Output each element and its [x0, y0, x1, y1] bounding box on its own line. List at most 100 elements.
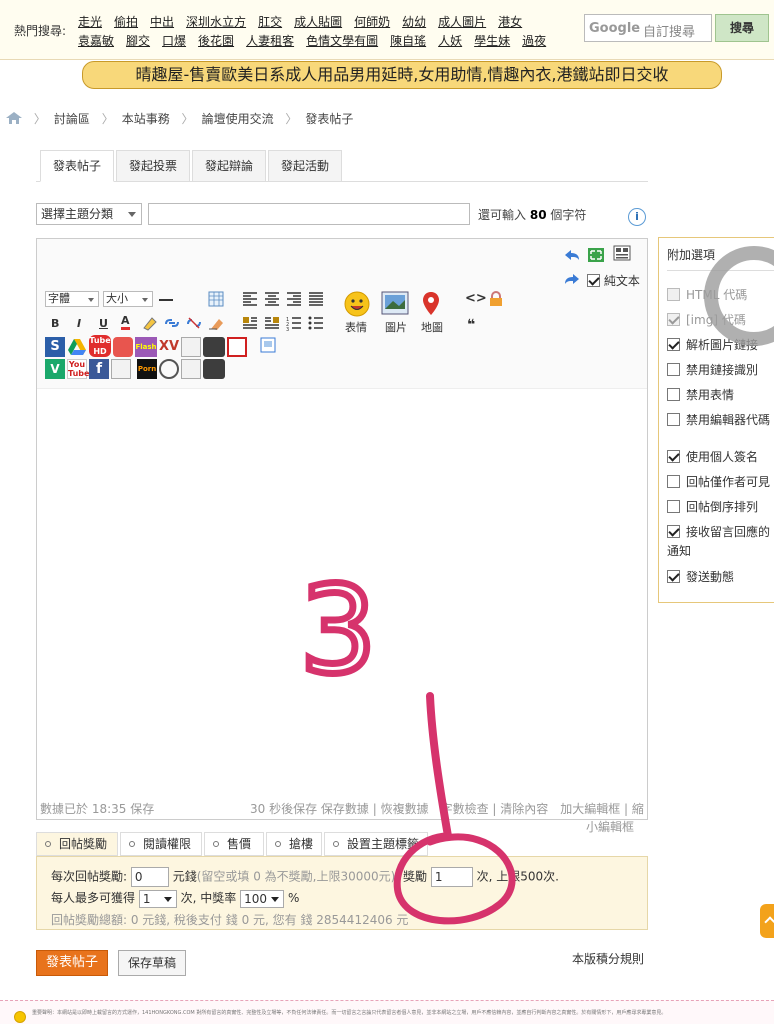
reward-count-input[interactable]: 1: [430, 867, 473, 887]
reward-amount-input[interactable]: 0: [130, 867, 169, 887]
broken-image-icon[interactable]: [181, 359, 201, 379]
align-justify-icon[interactable]: [307, 291, 325, 307]
link-icon[interactable]: [163, 315, 181, 331]
bold-icon[interactable]: B: [51, 317, 59, 330]
option-disable-link[interactable]: 禁用鏈接識別: [667, 361, 758, 378]
home-icon[interactable]: [6, 112, 22, 124]
broken-image-icon[interactable]: [111, 359, 131, 379]
table-icon[interactable]: [207, 291, 225, 307]
breadcrumb-board[interactable]: 論壇使用交流: [202, 112, 274, 126]
tab-reply-reward[interactable]: 回帖獎勵: [36, 832, 118, 856]
broken-image-icon[interactable]: [181, 337, 201, 357]
bg-color-icon[interactable]: [141, 315, 159, 331]
unlink-icon[interactable]: [185, 315, 203, 331]
reward-max-select[interactable]: 1: [138, 889, 177, 908]
font-select[interactable]: 字體: [45, 291, 99, 307]
lock-icon[interactable]: [487, 291, 505, 307]
hot-link[interactable]: 成人圖片: [438, 15, 486, 29]
align-center-icon[interactable]: [263, 291, 281, 307]
option-disable-emoji[interactable]: 禁用表情: [667, 386, 734, 403]
float-right-icon[interactable]: [263, 315, 281, 331]
info-icon[interactable]: i: [628, 208, 646, 226]
tab-floor[interactable]: 搶樓: [266, 832, 322, 856]
facebook-icon[interactable]: f: [89, 359, 109, 379]
tab-activity[interactable]: 發起活動: [268, 150, 342, 182]
shrink-editor-link[interactable]: 小編輯框: [586, 818, 634, 835]
option-notify[interactable]: 接收留言回應的: [667, 523, 770, 540]
option-checkbox[interactable]: [667, 450, 680, 463]
hot-link[interactable]: 色情文學有圖: [306, 34, 378, 48]
xvideos-icon[interactable]: XV: [159, 337, 179, 357]
float-left-icon[interactable]: [241, 315, 259, 331]
hot-link[interactable]: 人妻租客: [246, 34, 294, 48]
vine-icon[interactable]: V: [45, 359, 65, 379]
submit-post-button[interactable]: 發表帖子: [36, 950, 108, 976]
unordered-list-icon[interactable]: [307, 315, 325, 331]
subject-input[interactable]: [148, 203, 470, 225]
size-select[interactable]: 大小: [103, 291, 153, 307]
tab-read-permission[interactable]: 閱讀權限: [120, 832, 202, 856]
red-frame-icon[interactable]: [227, 337, 247, 357]
ordered-list-icon[interactable]: 123: [285, 315, 303, 331]
reward-rate-select[interactable]: 100: [240, 889, 285, 908]
hot-link[interactable]: 深圳水立方: [186, 15, 246, 29]
option-checkbox[interactable]: [667, 288, 680, 301]
hot-link[interactable]: 港女: [498, 15, 522, 29]
option-reverse-order[interactable]: 回帖倒序排列: [667, 498, 758, 515]
plain-text-checkbox[interactable]: [587, 274, 600, 287]
flash-icon[interactable]: Flash: [135, 337, 157, 357]
hot-link[interactable]: 幼幼: [402, 15, 426, 29]
option-checkbox[interactable]: [667, 500, 680, 513]
board-rules-link[interactable]: 本版積分規則: [572, 950, 644, 967]
option-checkbox[interactable]: [667, 388, 680, 401]
option-checkbox[interactable]: [667, 313, 680, 326]
redo-icon[interactable]: [563, 271, 581, 287]
mp4-icon[interactable]: [203, 337, 225, 357]
tab-debate[interactable]: 發起辯論: [192, 150, 266, 182]
hot-link[interactable]: 過夜: [522, 34, 546, 48]
hot-link[interactable]: 陳自瑤: [390, 34, 426, 48]
page-icon[interactable]: [259, 337, 277, 353]
option-author-only[interactable]: 回帖僅作者可見: [667, 473, 770, 490]
option-checkbox[interactable]: [667, 338, 680, 351]
tab-price[interactable]: 售價: [204, 832, 264, 856]
hot-link[interactable]: 後花園: [198, 34, 234, 48]
font-color-icon[interactable]: A: [121, 315, 130, 330]
breadcrumb-site[interactable]: 本站事務: [122, 112, 170, 126]
youtube-hd-icon[interactable]: Tube HD: [89, 335, 111, 357]
option-checkbox[interactable]: [667, 525, 680, 538]
ad-banner[interactable]: 晴趣屋-售賣歐美日系成人用品男用延時,女用助情,情趣內衣,港鐵站即日交收: [82, 61, 722, 89]
tab-post[interactable]: 發表帖子: [40, 150, 114, 182]
format-clear-icon[interactable]: [207, 315, 225, 331]
s-media-icon[interactable]: S: [45, 337, 65, 357]
option-checkbox[interactable]: [667, 475, 680, 488]
option-checkbox[interactable]: [667, 570, 680, 583]
search-input[interactable]: Google 自訂搜尋: [584, 14, 712, 42]
search-button[interactable]: 搜尋: [715, 14, 769, 42]
undo-icon[interactable]: [563, 247, 581, 263]
fullscreen-icon[interactable]: [587, 247, 605, 263]
chat-icon[interactable]: [159, 359, 179, 379]
tab-set-tags[interactable]: 設置主題標籤: [324, 832, 428, 856]
breadcrumb-forum[interactable]: 討論區: [54, 112, 90, 126]
align-left-icon[interactable]: [241, 291, 259, 307]
back-to-top-icon[interactable]: [760, 904, 774, 938]
underline-icon[interactable]: U: [99, 317, 108, 330]
hr-icon[interactable]: [159, 299, 173, 301]
hot-link[interactable]: 走光: [78, 15, 102, 29]
youtube-icon[interactable]: You Tube: [67, 359, 89, 379]
option-send-feed[interactable]: 發送動態: [667, 568, 734, 585]
editor-area[interactable]: 純文本 字體 大小 表情 圖片 地圖 <> ❝ B I U A 123 S Tu…: [36, 238, 648, 820]
hot-link[interactable]: 何師奶: [354, 15, 390, 29]
option-checkbox[interactable]: [667, 413, 680, 426]
hot-link[interactable]: 口爆: [162, 34, 186, 48]
porn-icon[interactable]: Porn: [137, 359, 157, 379]
editor-actions[interactable]: 30 秒後保存 保存數據 | 恢複數據 字數檢查 | 清除內容 加大編輯框 | …: [250, 800, 644, 817]
italic-icon[interactable]: I: [77, 317, 81, 330]
plain-text-toggle[interactable]: 純文本: [587, 272, 640, 289]
image-icon[interactable]: [381, 291, 409, 315]
map-pin-icon[interactable]: [421, 291, 441, 317]
hot-link[interactable]: 人妖: [438, 34, 462, 48]
hot-link[interactable]: 成人貼圖: [294, 15, 342, 29]
hot-link[interactable]: 學生妹: [474, 34, 510, 48]
